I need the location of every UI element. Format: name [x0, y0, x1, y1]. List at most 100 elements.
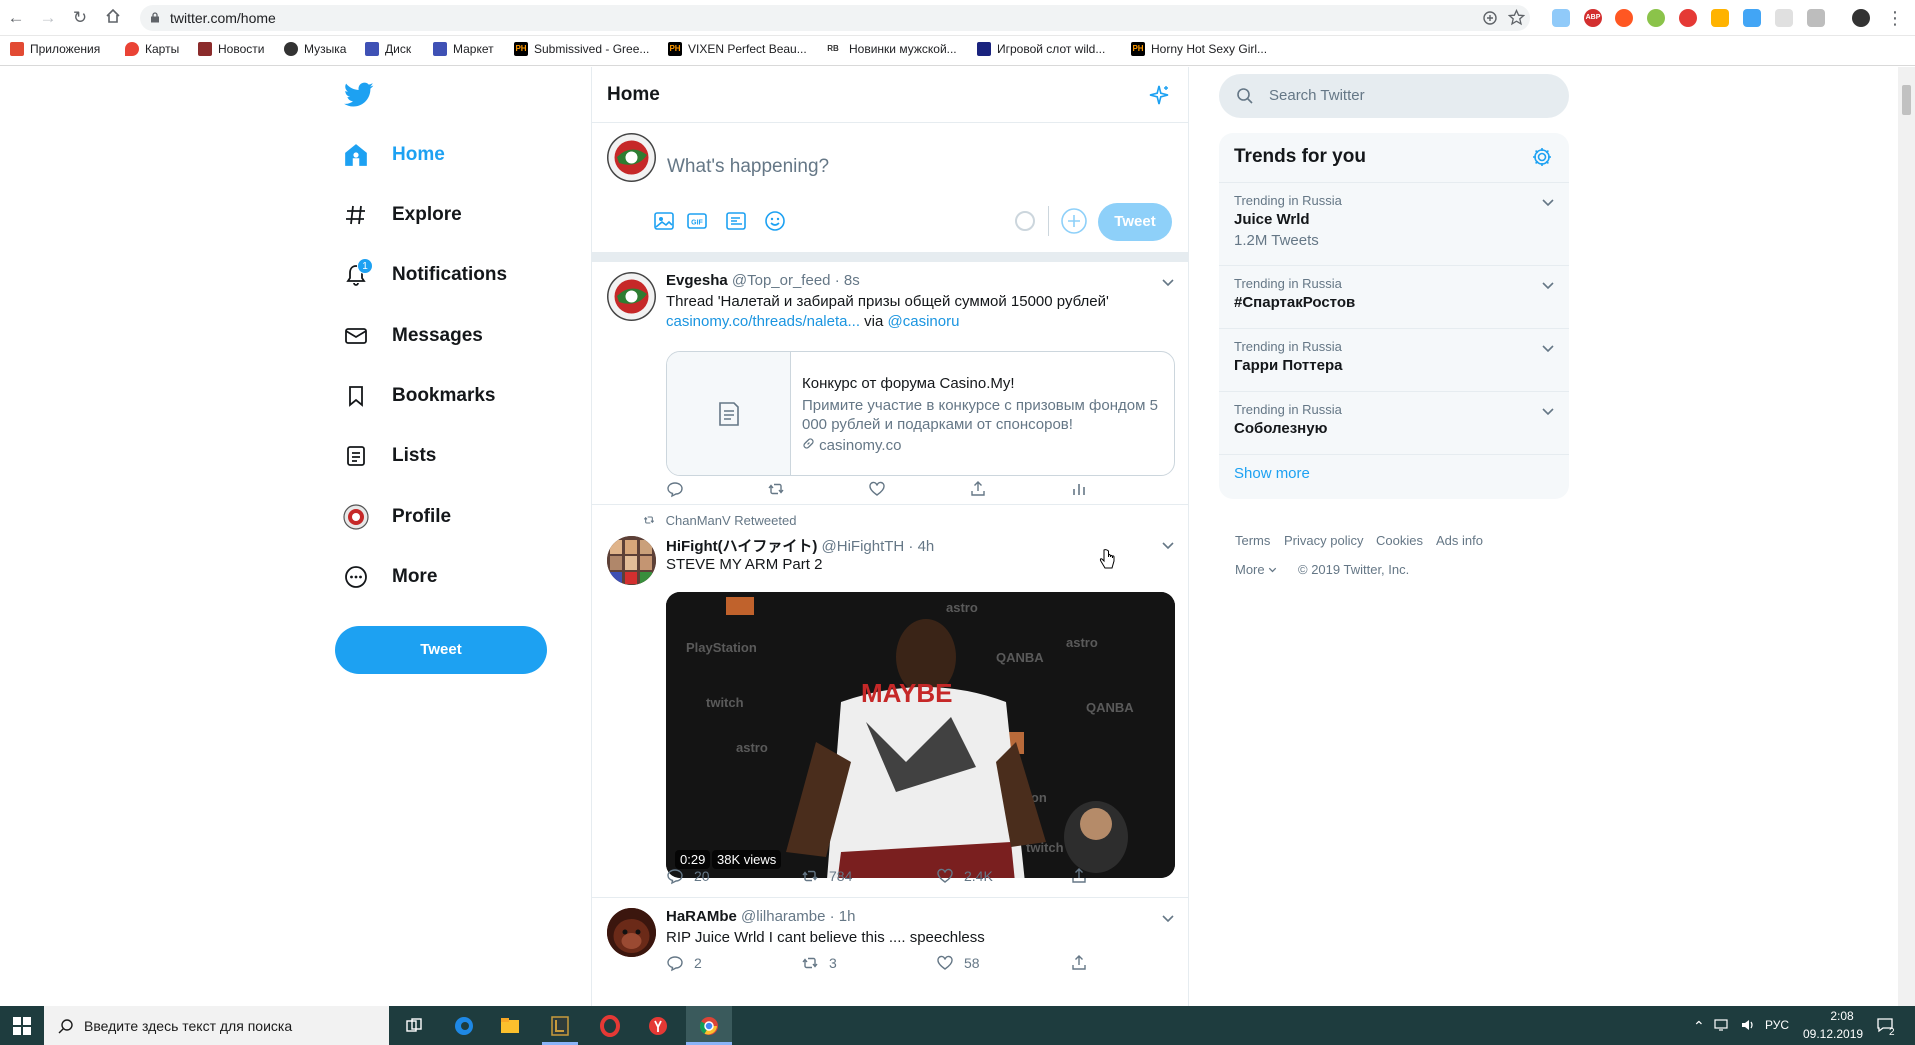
- nav-notifications[interactable]: 1 Notifications: [340, 252, 507, 298]
- compose-input[interactable]: What's happening?: [667, 156, 829, 178]
- taskbar-search[interactable]: Введите здесь текст для поиска: [44, 1006, 389, 1045]
- tweet-handle[interactable]: @Top_or_feed: [732, 272, 831, 289]
- gif-icon[interactable]: GIF: [686, 210, 708, 232]
- home-page-icon[interactable]: [103, 8, 123, 28]
- footer-privacy[interactable]: Privacy policy: [1284, 533, 1363, 548]
- nav-explore[interactable]: Explore: [340, 192, 462, 238]
- poll-icon[interactable]: [725, 210, 747, 232]
- trend-item[interactable]: Trending in Russia Соболезную: [1219, 391, 1569, 454]
- translate-icon[interactable]: [1743, 9, 1761, 27]
- video-player[interactable]: PlayStationastroastro QANBAQANBAtwitch P…: [666, 592, 1175, 878]
- scrollbar[interactable]: [1898, 67, 1915, 1006]
- clock-time[interactable]: 2:08: [1816, 1009, 1868, 1023]
- address-bar[interactable]: twitter.com/home: [140, 5, 1530, 31]
- bookmark-item[interactable]: Музыка: [284, 42, 346, 56]
- media-icon[interactable]: [653, 210, 675, 232]
- bookmark-item[interactable]: Новости: [198, 42, 264, 56]
- nav-bookmarks[interactable]: Bookmarks: [340, 373, 496, 419]
- add-tweet-icon[interactable]: [1061, 208, 1087, 234]
- trend-item[interactable]: Trending in Russia Juice Wrld 1.2M Tweet…: [1219, 182, 1569, 265]
- tweet-author-name[interactable]: HiFight(ハイファイト): [666, 538, 817, 555]
- gear-icon[interactable]: [1531, 146, 1553, 168]
- chevron-down-icon[interactable]: [1161, 538, 1175, 552]
- share-button[interactable]: [969, 480, 987, 498]
- extension-fire-icon[interactable]: [1615, 9, 1633, 27]
- extension-home-off-icon[interactable]: [1552, 9, 1570, 27]
- tweet-submit-button[interactable]: Tweet: [1098, 203, 1172, 241]
- reply-button[interactable]: 2: [666, 954, 702, 972]
- extension-flag-icon[interactable]: [1711, 9, 1729, 27]
- footer-terms[interactable]: Terms: [1235, 533, 1270, 548]
- bookmark-item[interactable]: PH Submissived - Gree...: [514, 42, 649, 56]
- avatar[interactable]: [607, 133, 656, 182]
- like-button[interactable]: 2.4K: [936, 867, 993, 885]
- extension-opera-icon[interactable]: [1679, 9, 1697, 27]
- extension-green-icon[interactable]: [1647, 9, 1665, 27]
- network-icon[interactable]: [1714, 1018, 1730, 1032]
- avatar[interactable]: [607, 908, 656, 957]
- file-explorer-icon[interactable]: [496, 1012, 524, 1040]
- nav-messages[interactable]: Messages: [340, 313, 483, 359]
- tweet-time[interactable]: 4h: [918, 538, 935, 555]
- chevron-down-icon[interactable]: [1541, 195, 1555, 209]
- nav-profile[interactable]: Profile: [340, 494, 451, 540]
- tweet-handle[interactable]: @HiFightTH: [822, 538, 905, 555]
- retweet-button[interactable]: 784: [801, 867, 852, 885]
- link-card[interactable]: Конкурс от форума Casino.My! Примите уча…: [666, 351, 1175, 476]
- reply-button[interactable]: [666, 480, 684, 498]
- analytics-button[interactable]: [1070, 480, 1088, 498]
- twitter-logo-icon[interactable]: [344, 82, 374, 108]
- tweet[interactable]: HaRAMbe @lilharambe · 1h RIP Juice Wrld …: [592, 898, 1188, 1006]
- footer-more[interactable]: More: [1235, 562, 1277, 577]
- tweet[interactable]: Evgesha @Top_or_feed · 8s Thread 'Налета…: [592, 262, 1188, 505]
- footer-ads[interactable]: Ads info: [1436, 533, 1483, 548]
- scrollbar-thumb[interactable]: [1902, 85, 1911, 115]
- chrome-icon[interactable]: [695, 1012, 723, 1040]
- adblock-icon[interactable]: ABP: [1584, 9, 1602, 27]
- nav-lists[interactable]: Lists: [340, 433, 436, 479]
- tweet-handle[interactable]: @lilharambe: [741, 908, 825, 925]
- tweet-mention[interactable]: @casinoru: [888, 313, 960, 330]
- league-app-icon[interactable]: [546, 1012, 574, 1040]
- trend-item[interactable]: Trending in Russia #СпартакРостов: [1219, 265, 1569, 328]
- bookmark-item[interactable]: PH VIXEN Perfect Beau...: [668, 42, 807, 56]
- footer-cookies[interactable]: Cookies: [1376, 533, 1423, 548]
- user-profile-icon[interactable]: [1852, 9, 1870, 27]
- chevron-down-icon[interactable]: [1541, 278, 1555, 292]
- like-button[interactable]: 58: [936, 954, 980, 972]
- reply-button[interactable]: 20: [666, 867, 710, 885]
- task-view-icon[interactable]: [400, 1012, 428, 1040]
- chevron-down-icon[interactable]: [1541, 404, 1555, 418]
- retweet-button[interactable]: [767, 480, 785, 498]
- trend-item[interactable]: Trending in Russia Гарри Поттера: [1219, 328, 1569, 391]
- star-bookmark-icon[interactable]: [1508, 9, 1525, 26]
- bookmark-item[interactable]: RB Новинки мужской...: [823, 42, 957, 56]
- back-icon[interactable]: ←: [6, 8, 26, 28]
- yandex-browser-icon[interactable]: [644, 1012, 672, 1040]
- bookmark-item[interactable]: Маркет: [433, 42, 494, 56]
- language-indicator[interactable]: РУС: [1765, 1018, 1789, 1032]
- extension-grey-icon[interactable]: [1775, 9, 1793, 27]
- nav-tweet-button[interactable]: Tweet: [335, 626, 547, 674]
- install-icon[interactable]: [1482, 10, 1498, 26]
- clock-date[interactable]: 09.12.2019: [1803, 1027, 1863, 1041]
- bookmark-item[interactable]: Диск: [365, 42, 411, 56]
- menu-dots-icon[interactable]: ⋮: [1885, 8, 1905, 28]
- avatar[interactable]: [607, 272, 656, 321]
- tweet-author-name[interactable]: HaRAMbe: [666, 908, 737, 925]
- tray-chevron-icon[interactable]: ⌃: [1693, 1018, 1705, 1035]
- tweet-time[interactable]: 8s: [844, 272, 860, 289]
- sparkle-icon[interactable]: [1148, 84, 1170, 106]
- show-more-link[interactable]: Show more: [1234, 465, 1310, 482]
- nav-home[interactable]: Home: [340, 132, 445, 178]
- nav-more[interactable]: More: [340, 554, 437, 600]
- emoji-icon[interactable]: [764, 210, 786, 232]
- tweet-link[interactable]: casinomy.co/threads/naleta...: [666, 313, 860, 330]
- bookmark-item[interactable]: Карты: [125, 42, 179, 56]
- opera-icon[interactable]: [596, 1012, 624, 1040]
- retweet-button[interactable]: 3: [801, 954, 837, 972]
- extension-pdf-icon[interactable]: [1807, 9, 1825, 27]
- share-button[interactable]: [1070, 867, 1088, 885]
- volume-icon[interactable]: [1740, 1018, 1756, 1032]
- start-button[interactable]: [0, 1006, 44, 1045]
